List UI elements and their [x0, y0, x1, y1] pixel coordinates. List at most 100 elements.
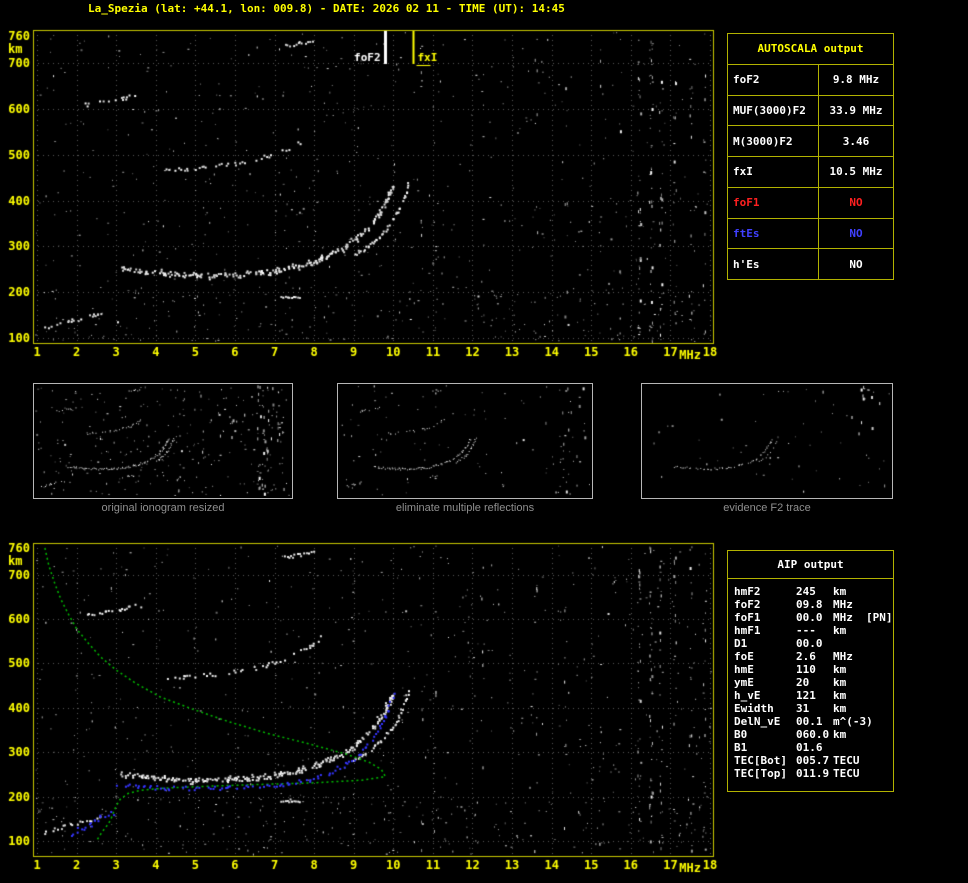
param-name: B1: [734, 741, 748, 754]
param-unit: km: [833, 702, 847, 715]
param-unit: MHz: [833, 650, 853, 663]
table-row-fof1: foF1 NO: [728, 187, 893, 219]
param-unit: MHz: [833, 611, 853, 624]
param-label: foF2: [728, 64, 819, 95]
param-value: 33.9 MHz: [829, 103, 883, 117]
aip-row-tecbot: TEC[Bot] 005.7 TECU: [734, 754, 893, 767]
param-value: 2.6: [796, 650, 816, 663]
param-name: Ewidth: [734, 702, 774, 715]
thumbnail-original-canvas: [34, 384, 290, 496]
thumbnail-caption: original ionogram resized: [101, 502, 225, 514]
thumbnail-original-ionogram: [33, 383, 293, 499]
param-name: TEC[Top]: [734, 767, 787, 780]
param-unit: TECU: [833, 754, 860, 767]
param-unit: km: [833, 676, 847, 689]
param-value: 09.8: [796, 598, 823, 611]
param-value: 00.0: [796, 611, 823, 624]
aip-row-fof2: foF2 09.8 MHz: [734, 598, 893, 611]
aip-output-panel: AIP output hmF2 245 km foF2 09.8 MHz foF…: [727, 550, 894, 792]
aip-row-d1: D1 00.0: [734, 637, 893, 650]
param-label: M(3000)F2: [728, 126, 819, 156]
param-value: 011.9: [796, 767, 830, 780]
aip-row-b1: B1 01.6: [734, 741, 893, 754]
param-value: 00.1: [796, 715, 823, 728]
thumbnail-evidence-f2: [641, 383, 893, 499]
param-flag: [PN]: [866, 611, 893, 624]
thumbnail-caption: eliminate multiple reflections: [395, 502, 535, 514]
aip-parameter-list: hmF2 245 km foF2 09.8 MHz foF1 00.0 MHz …: [728, 579, 893, 780]
param-value: 20: [796, 676, 810, 689]
autoscala-window: La_Spezia (lat: +44.1, lon: 009.8) - DAT…: [0, 0, 968, 883]
param-value: 01.6: [796, 741, 823, 754]
thumbnail-f2-canvas: [642, 384, 890, 496]
param-name: hmF1: [734, 624, 761, 637]
param-name: B0: [734, 728, 748, 741]
param-label: fxI: [728, 157, 819, 187]
param-name: foE: [734, 650, 754, 663]
param-value: 9.8 MHz: [832, 73, 880, 87]
table-row-m3000f2: M(3000)F2 3.46: [728, 126, 893, 157]
aip-row-hme: hmE 110 km: [734, 663, 893, 676]
aip-row-b0: B0 060.0 km: [734, 728, 893, 741]
param-value: 3.46: [842, 134, 870, 148]
aip-ionogram-plot: [0, 537, 724, 883]
param-label: MUF(3000)F2: [728, 95, 819, 126]
thumbnail-caption: evidence F2 trace: [723, 502, 811, 514]
aip-row-hve: h_vE 121 km: [734, 689, 893, 702]
param-unit: km: [833, 728, 847, 741]
param-name: DelN_vE: [734, 715, 781, 728]
param-name: TEC[Bot]: [734, 754, 787, 767]
table-row-fof2: foF2 9.8 MHz: [728, 64, 893, 96]
param-name: hmF2: [734, 585, 761, 598]
table-row-fxi: fxI 10.5 MHz: [728, 157, 893, 188]
param-label: h'Es: [728, 249, 819, 279]
table-row-muf3000f2: MUF(3000)F2 33.9 MHz: [728, 95, 893, 127]
aip-row-tectop: TEC[Top] 011.9 TECU: [734, 767, 893, 780]
param-unit: km: [833, 689, 847, 702]
param-name: h_vE: [734, 689, 761, 702]
thumbnail-reflections-canvas: [338, 384, 590, 496]
param-unit: km: [833, 585, 847, 598]
param-unit: km: [833, 663, 847, 676]
aip-row-foe: foE 2.6 MHz: [734, 650, 893, 663]
autoscala-panel-title: AUTOSCALA output: [728, 34, 893, 65]
param-value: NO: [849, 196, 863, 210]
page-title: La_Spezia (lat: +44.1, lon: 009.8) - DAT…: [88, 2, 565, 15]
param-value: 00.0: [796, 637, 823, 650]
thumbnail-eliminate-reflections: [337, 383, 593, 499]
param-unit: m^(-3): [833, 715, 873, 728]
param-value: 005.7: [796, 754, 830, 767]
aip-row-ewidth: Ewidth 31 km: [734, 702, 893, 715]
param-unit: TECU: [833, 767, 860, 780]
param-value: NO: [849, 257, 863, 271]
param-name: hmE: [734, 663, 754, 676]
param-name: D1: [734, 637, 748, 650]
table-row-hes: h'Es NO: [728, 249, 893, 279]
param-name: ymE: [734, 676, 754, 689]
param-label: ftEs: [728, 218, 819, 249]
param-value: ---: [796, 624, 816, 637]
param-value: 10.5 MHz: [829, 165, 883, 179]
aip-row-hmf2: hmF2 245 km: [734, 585, 893, 598]
param-unit: km: [833, 624, 847, 637]
param-unit: [833, 637, 866, 650]
param-unit: MHz: [833, 598, 853, 611]
param-value: 121: [796, 689, 816, 702]
table-row-ftes: ftEs NO: [728, 218, 893, 250]
param-unit: [833, 741, 866, 754]
aip-row-hmf1: hmF1 --- km: [734, 624, 893, 637]
param-name: foF2: [734, 598, 761, 611]
main-ionogram-plot: [0, 24, 724, 366]
param-value: NO: [849, 226, 863, 240]
aip-panel-title: AIP output: [728, 551, 893, 579]
aip-row-delnve: DelN_vE 00.1 m^(-3): [734, 715, 893, 728]
param-value: 060.0: [796, 728, 830, 741]
param-value: 110: [796, 663, 816, 676]
autoscala-output-panel: AUTOSCALA output foF2 9.8 MHz MUF(3000)F…: [727, 33, 894, 280]
aip-row-fof1: foF1 00.0 MHz [PN]: [734, 611, 893, 624]
param-value: 245: [796, 585, 816, 598]
aip-row-yme: ymE 20 km: [734, 676, 893, 689]
param-value: 31: [796, 702, 810, 715]
param-name: foF1: [734, 611, 761, 624]
param-label: foF1: [728, 187, 819, 218]
